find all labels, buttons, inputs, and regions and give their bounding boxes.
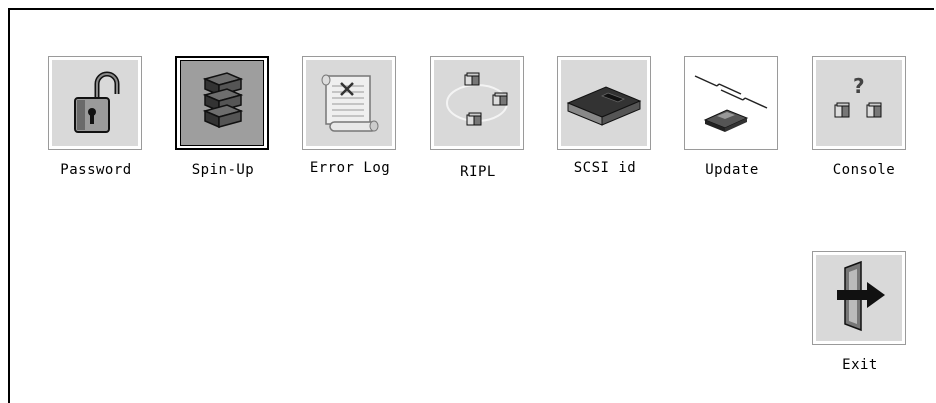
console-question-icon: ? xyxy=(834,74,882,118)
ripl-label: RIPL xyxy=(460,164,496,180)
disk-stack-icon xyxy=(202,72,244,129)
password-button[interactable]: Password xyxy=(48,56,144,178)
firmware-menu-screen: Password Spin-Up Error Log RIPL SCSI id … xyxy=(8,8,934,403)
update-icon-bg xyxy=(688,60,774,146)
ripl-icon-bg xyxy=(434,60,520,146)
scsi-id-frame xyxy=(557,56,651,150)
scsi-id-button[interactable]: SCSI id xyxy=(557,56,653,176)
password-icon-bg xyxy=(52,60,138,146)
drive-box-icon xyxy=(566,86,642,126)
exit-door-icon xyxy=(837,260,885,332)
exit-label: Exit xyxy=(842,357,878,373)
network-nodes-icon xyxy=(446,72,508,126)
scsi-id-label: SCSI id xyxy=(573,160,637,176)
password-label: Password xyxy=(60,162,132,178)
padlock-icon xyxy=(74,71,120,133)
exit-button[interactable]: Exit xyxy=(812,251,908,373)
password-frame xyxy=(48,56,142,150)
ripl-frame xyxy=(430,56,524,150)
console-icon-bg: ? xyxy=(816,60,902,146)
scroll-log-icon xyxy=(321,74,379,132)
console-frame: ? xyxy=(812,56,906,150)
spin-up-icon-bg xyxy=(180,60,264,146)
svg-text:?: ? xyxy=(853,74,865,98)
exit-icon-bg xyxy=(816,255,902,341)
error-log-frame xyxy=(302,56,396,150)
error-log-button[interactable]: Error Log xyxy=(302,56,398,176)
spin-up-frame xyxy=(175,56,269,150)
error-log-label: Error Log xyxy=(309,160,391,176)
diskette-update-icon xyxy=(694,75,768,132)
update-button[interactable]: Update xyxy=(684,56,780,178)
error-log-icon-bg xyxy=(306,60,392,146)
console-label: Console xyxy=(832,162,896,178)
spin-up-label: Spin-Up xyxy=(191,162,255,178)
spin-up-button[interactable]: Spin-Up xyxy=(175,56,271,178)
exit-frame xyxy=(812,251,906,345)
console-button[interactable]: ? Console xyxy=(812,56,908,178)
update-label: Update xyxy=(705,162,759,178)
update-frame xyxy=(684,56,778,150)
ripl-button[interactable]: RIPL xyxy=(430,56,526,180)
scsi-id-icon-bg xyxy=(561,60,647,146)
